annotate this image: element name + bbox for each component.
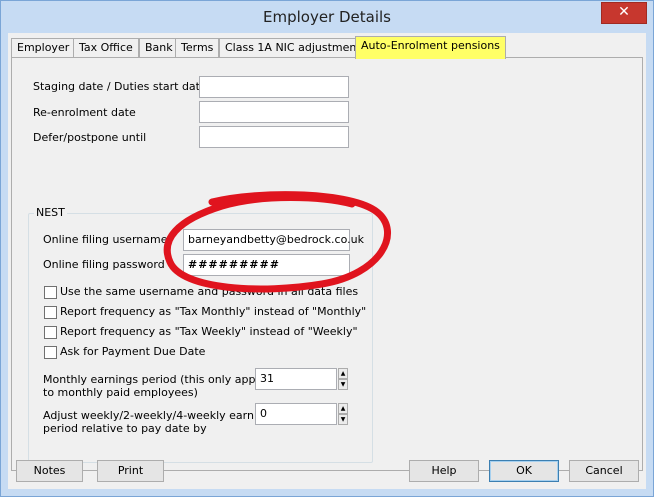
tab-class-1a-nic[interactable]: Class 1A NIC adjustments [219, 38, 373, 57]
same-login-label: Use the same username and password in al… [60, 285, 359, 298]
tax-monthly-label: Report frequency as "Tax Monthly" instea… [60, 305, 367, 318]
tab-auto-enrolment-pensions[interactable]: Auto-Enrolment pensions [355, 36, 506, 59]
dialog-client-area: Employer Tax Office Bank Terms Class 1A … [8, 33, 646, 489]
print-button[interactable]: Print [97, 460, 164, 482]
monthly-period-spinner[interactable]: ▲ ▼ [338, 368, 348, 390]
ok-button[interactable]: OK [489, 460, 559, 482]
same-login-checkbox[interactable] [44, 286, 57, 299]
weekly-adjust-input[interactable]: 0 [255, 403, 337, 425]
employer-details-window: Employer Details ✕ Employer Tax Office B… [0, 0, 654, 497]
tab-employer[interactable]: Employer [11, 38, 76, 57]
spin-up-icon[interactable]: ▲ [338, 368, 348, 379]
username-field[interactable]: barneyandbetty@bedrock.co.uk [183, 229, 364, 251]
cancel-button[interactable]: Cancel [569, 460, 639, 482]
monthly-period-input[interactable]: 31 [255, 368, 337, 390]
staging-date-label: Staging date / Duties start date [33, 80, 207, 93]
spin-down-icon[interactable]: ▼ [338, 379, 348, 390]
tax-weekly-label: Report frequency as "Tax Weekly" instead… [60, 325, 358, 338]
payment-due-checkbox[interactable] [44, 346, 57, 359]
tax-weekly-checkbox[interactable] [44, 326, 57, 339]
tab-bank[interactable]: Bank [139, 38, 179, 57]
payment-due-label: Ask for Payment Due Date [60, 345, 206, 358]
staging-date-field[interactable] [199, 76, 349, 98]
tax-monthly-checkbox[interactable] [44, 306, 57, 319]
monthly-period-label-line1: Monthly earnings period (this only appli… [43, 373, 275, 386]
defer-until-field[interactable] [199, 126, 349, 148]
defer-until-label: Defer/postpone until [33, 131, 147, 144]
reenrolment-date-field[interactable] [199, 101, 349, 123]
auto-enrolment-panel: Staging date / Duties start date Re-enro… [11, 57, 643, 471]
monthly-period-label-line2: to monthly paid employees) [43, 386, 198, 399]
title-bar[interactable]: Employer Details ✕ [1, 1, 653, 33]
nest-group-title: NEST [34, 206, 67, 219]
password-label: Online filing password [43, 258, 165, 271]
close-button[interactable]: ✕ [601, 2, 647, 24]
spin-down-icon[interactable]: ▼ [338, 414, 348, 425]
notes-button[interactable]: Notes [16, 460, 83, 482]
weekly-adjust-label-line2: period relative to pay date by [43, 422, 207, 435]
tab-tax-office[interactable]: Tax Office [73, 38, 139, 57]
weekly-adjust-spinner[interactable]: ▲ ▼ [338, 403, 348, 425]
help-button[interactable]: Help [409, 460, 479, 482]
reenrolment-date-label: Re-enrolment date [33, 106, 136, 119]
username-label: Online filing username [43, 233, 168, 246]
password-field[interactable]: ######### [183, 254, 350, 276]
spin-up-icon[interactable]: ▲ [338, 403, 348, 414]
tab-terms[interactable]: Terms [175, 38, 220, 57]
weekly-adjust-label-line1: Adjust weekly/2-weekly/4-weekly earnings [43, 409, 277, 422]
window-title: Employer Details [263, 8, 391, 26]
